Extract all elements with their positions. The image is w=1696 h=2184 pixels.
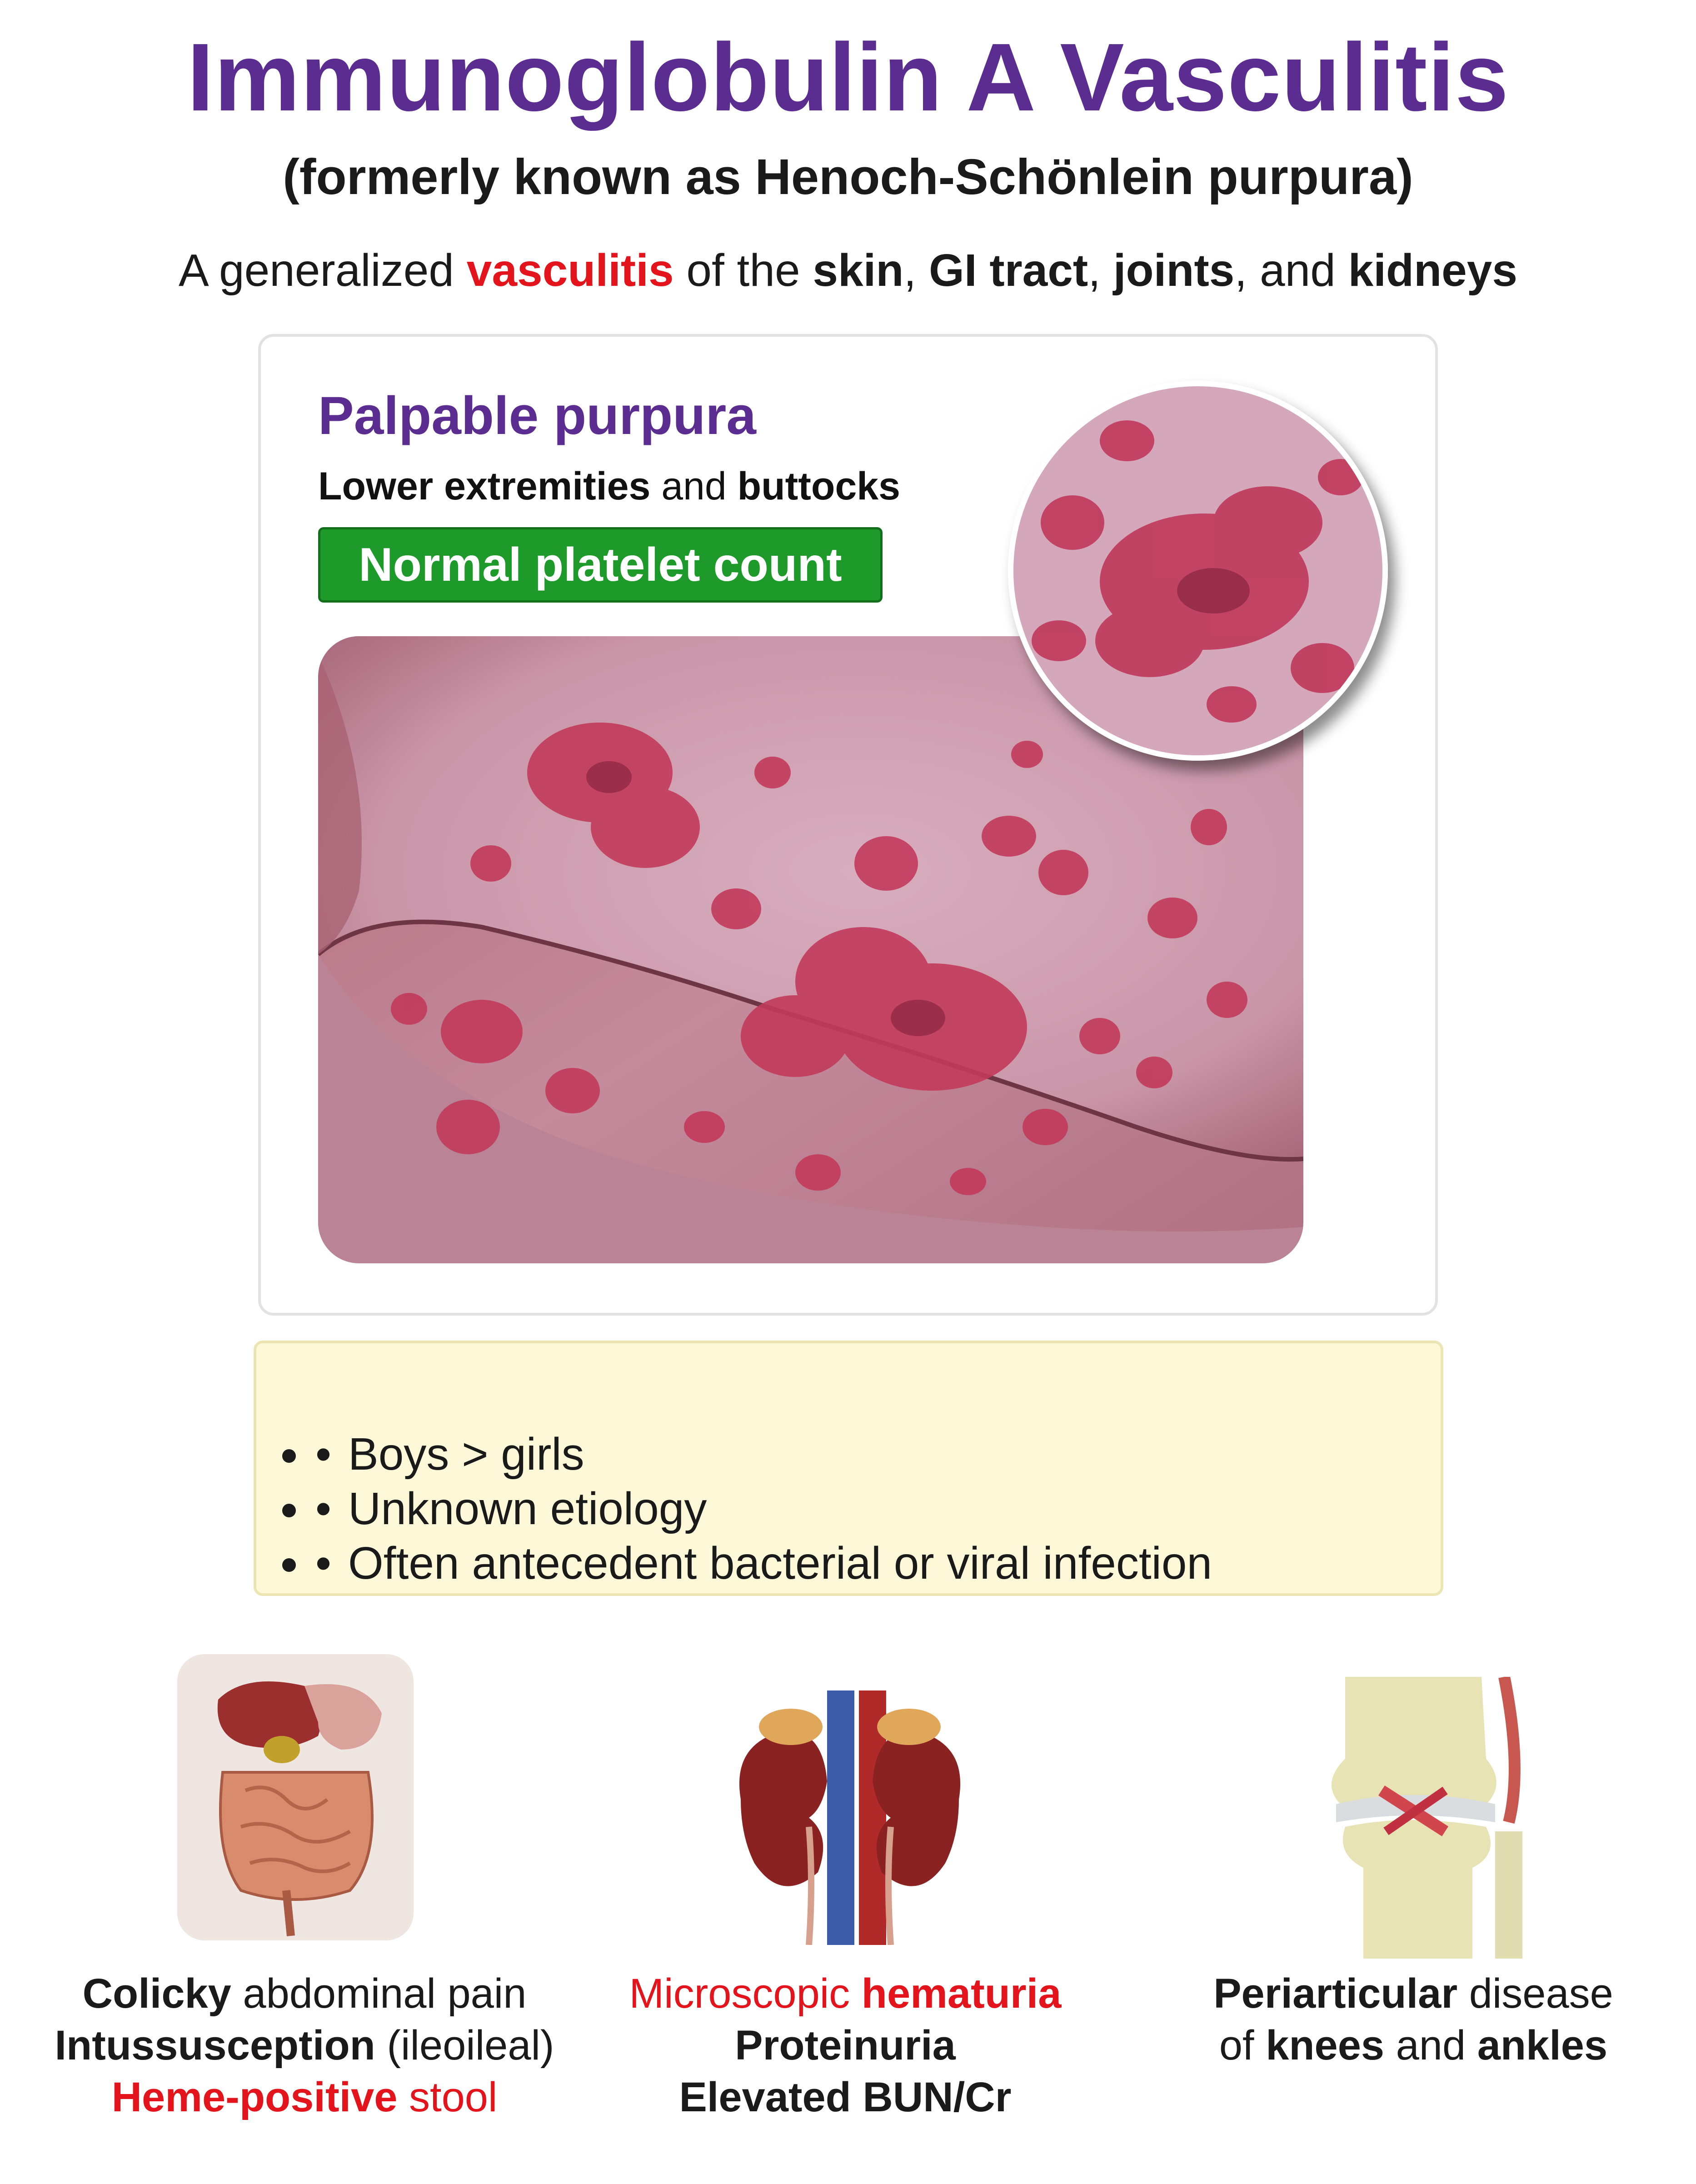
kidney-line-3: Elevated BUN/Cr (573, 2071, 1118, 2123)
tagline-sep: , (1088, 245, 1113, 296)
gi-colicky: Colicky (82, 1970, 231, 2017)
gastrointestinal-tract-icon (168, 1636, 423, 1945)
knee-illustration (1332, 1675, 1522, 1959)
purpura-zoom-circle (1008, 381, 1388, 761)
kidneys-icon (727, 1690, 973, 1945)
knee-knees: knees (1266, 2022, 1385, 2069)
kidney-line-2: Proteinuria (573, 2019, 1118, 2071)
knee-periarticular: Periarticular (1213, 1970, 1458, 2017)
kidney-proteinuria: Proteinuria (735, 2022, 956, 2069)
purpura-zoom-image (1013, 386, 1382, 755)
location-and: and (650, 464, 738, 508)
tagline-of-the: of the (673, 245, 813, 296)
knee-disease: disease (1457, 1970, 1613, 2017)
gi-illustration (177, 1654, 414, 1940)
knee-caption: Periarticular disease of knees and ankle… (1141, 1968, 1686, 2071)
gi-stool: stool (397, 2074, 498, 2120)
tagline-joints: joints (1113, 245, 1235, 296)
gi-line-1: Colicky abdominal pain (32, 1968, 577, 2019)
gi-heme-positive: Heme-positive (111, 2074, 398, 2120)
tagline-kidneys: kidneys (1348, 245, 1518, 296)
knee-line-2: of knees and ankles (1141, 2019, 1686, 2071)
knee-ankles: ankles (1477, 2022, 1608, 2069)
tagline-highlight: vasculitis (466, 245, 674, 296)
kidney-bun-cr: Elevated BUN/Cr (679, 2074, 1012, 2120)
knee-of: of (1219, 2022, 1266, 2069)
note-item: Boys > girls (313, 1427, 1212, 1481)
location-a: Lower extremities (318, 464, 651, 508)
knee-line-1: Periarticular disease (1141, 1968, 1686, 2019)
notes-list: Boys > girls Unknown etiology Often ante… (294, 1427, 1212, 1591)
platelet-badge: Normal platelet count (318, 527, 883, 603)
gi-line-2: Intussusception (ileoileal) (32, 2019, 577, 2071)
kidney-caption: Microscopic hematuria Proteinuria Elevat… (573, 1968, 1118, 2123)
knee-joint-icon (1309, 1675, 1545, 1959)
card-location: Lower extremities and buttocks (318, 459, 900, 514)
page-subtitle: (formerly known as Henoch-Schönlein purp… (283, 149, 1413, 205)
kidney-hematuria: hematuria (861, 1970, 1062, 2017)
tagline-skin: skin (813, 245, 904, 296)
note-item: Often antecedent bacterial or viral infe… (313, 1536, 1212, 1591)
gi-line-3: Heme-positive stool (32, 2071, 577, 2123)
gi-caption: Colicky abdominal pain Intussusception (… (32, 1968, 577, 2123)
knee-and: and (1384, 2022, 1477, 2069)
tagline: A generalized vasculitis of the skin, GI… (0, 241, 1696, 300)
tagline-gi: GI tract (929, 245, 1088, 296)
gi-abdominal-pain: abdominal pain (231, 1970, 527, 2017)
card-title: Palpable purpura (318, 386, 756, 446)
kidney-line-1: Microscopic hematuria (573, 1968, 1118, 2019)
tagline-sep: , (903, 245, 929, 296)
gi-ileoileal: (ileoileal) (375, 2022, 554, 2069)
note-item: Unknown etiology (313, 1481, 1212, 1536)
tagline-and: , and (1234, 245, 1348, 296)
kidney-microscopic: Microscopic (629, 1970, 862, 2017)
gi-intussusception: Intussusception (55, 2022, 375, 2069)
page-title: Immunoglobulin A Vasculitis (187, 23, 1509, 131)
location-b: buttocks (737, 464, 900, 508)
tagline-prefix: A generalized (178, 245, 467, 296)
kidney-illustration (739, 1690, 961, 1945)
